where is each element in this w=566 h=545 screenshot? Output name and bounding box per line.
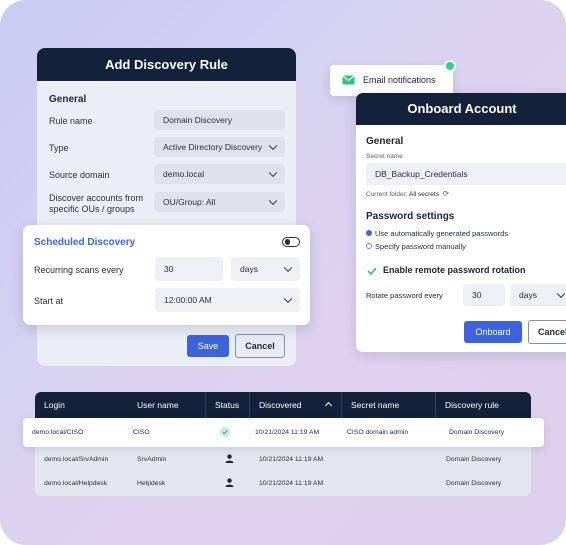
source-domain-label: Source domain [49,170,110,180]
column-divider [205,392,206,418]
rotate-unit-select[interactable]: days [510,284,566,306]
dialog-title: Add Discovery Rule [105,57,228,72]
email-notifications-label: Email notifications [363,75,436,85]
start-at-value: 12:00:00 AM [164,295,212,305]
check-icon[interactable] [367,267,377,275]
column-divider [249,392,250,418]
onboard-section-general: General [366,136,404,147]
cell-login: demo.local/Helpdesk [44,480,108,487]
column-header-login[interactable]: Login [44,392,65,418]
envelope-icon [342,75,355,85]
ous-select[interactable]: OU/Group: All [154,192,285,212]
user-icon [225,478,234,487]
recurring-unit-select[interactable]: days [231,257,300,281]
onboard-account-dialog: Onboard Account General Secret name DB_B… [356,93,566,352]
rotation-label: Enable remote password rotation [383,265,526,275]
recurring-value: 30 [164,264,174,274]
secret-name-label: Secret name [366,153,403,160]
scheduled-title: Scheduled Discovery [34,237,136,248]
rule-name-input[interactable]: Domain Discovery [154,110,285,130]
secret-name-input[interactable]: DB_Backup_Credentials [366,163,566,185]
cell-discovered: 10/21/2024 11:19 AM [259,480,324,487]
column-header-secret-name[interactable]: Secret name [351,392,399,418]
radio-manual-label: Specify password manually [375,241,466,251]
check-icon [220,427,230,437]
chevron-down-icon [268,196,278,206]
rotate-value: 30 [472,290,482,300]
column-divider [341,392,342,418]
chevron-down-icon [283,294,293,304]
table-row[interactable]: demo.local/CISO CISO 10/21/2024 11:19 AM… [23,418,544,447]
column-divider [435,392,436,418]
ous-label-line2: specific OUs / groups [49,204,135,214]
ous-label-line1: Discover accounts from [49,193,144,203]
type-select[interactable]: Active Directory Discovery [154,137,285,157]
cell-discovery-rule: Domain Discovery [446,456,502,463]
table-header: Login User name Status Discovered Secret… [35,392,531,418]
recurring-value-input[interactable]: 30 [155,257,223,281]
cell-user-name: CISO [133,429,150,436]
column-header-user-name[interactable]: User name [137,392,179,418]
sort-up-icon[interactable] [324,401,333,410]
cell-discovered: 10/21/2024 11:19 AM [259,456,324,463]
ous-value: OU/Group: All [163,197,216,207]
password-settings-title: Password settings [366,211,455,222]
column-header-discovered[interactable]: Discovered [259,392,302,418]
current-folder-prefix: Current folder: [366,191,408,198]
rule-name-value: Domain Discovery [163,115,232,125]
radio-auto-label: Use automatically generated passwords [375,228,508,238]
chevron-down-icon [268,141,278,151]
cell-secret-name: CISO domain admin [347,429,409,436]
rule-name-label: Rule name [49,116,93,126]
section-general: General [49,94,87,105]
start-at-select[interactable]: 12:00:00 AM [155,288,300,312]
source-domain-select[interactable]: demo.local [154,164,285,184]
recurring-unit: days [240,264,258,274]
type-label: Type [49,143,69,153]
column-header-status[interactable]: Status [215,392,239,418]
rotate-label: Rotate password every [366,291,443,300]
cell-login: demo.local/CISO [32,429,84,436]
onboard-button[interactable]: Onboard [464,321,522,343]
save-button[interactable]: Save [187,335,229,357]
notification-dot [444,60,456,72]
current-folder-value: All secrets [409,191,439,198]
type-value: Active Directory Discovery [163,142,263,152]
cell-user-name: Helpdesk [137,480,166,487]
radio-auto[interactable] [366,230,372,236]
onboard-title: Onboard Account [407,101,517,116]
chevron-down-icon [268,168,278,178]
schedule-toggle[interactable] [282,237,300,247]
cell-login: demo.local/SrvAdmin [44,456,109,463]
table-row[interactable]: demo.local/Helpdesk Helpdesk 10/21/2024 … [35,471,531,495]
onboard-cancel-label: Cancel [538,327,566,337]
source-domain-value: demo.local [163,169,205,179]
rotate-value-input[interactable]: 30 [463,284,505,306]
radio-manual[interactable] [366,243,372,249]
scheduled-discovery-panel: Scheduled Discovery Recurring scans ever… [23,225,310,325]
current-folder: Current folder: All secrets ⟳ [366,189,449,198]
cell-discovered: 10/21/2024 11:19 AM [255,429,320,436]
background-canvas: Add Discovery Rule General Rule name Dom… [0,0,566,545]
cell-user-name: SrvAdmin [137,456,167,463]
onboard-cancel-button[interactable]: Cancel [528,320,566,344]
refresh-icon[interactable]: ⟳ [443,189,449,198]
table-row[interactable]: demo.local/SrvAdmin SrvAdmin 10/21/2024 … [35,447,531,471]
cell-discovery-rule: Domain Discovery [446,480,502,487]
dialog-header: Add Discovery Rule [37,48,296,81]
column-header-discovery-rule[interactable]: Discovery rule [445,392,499,418]
rotate-unit: days [519,290,537,300]
onboard-header: Onboard Account [356,93,566,125]
chevron-down-icon [283,263,293,273]
start-at-label: Start at [34,296,64,306]
chevron-down-icon [556,289,566,299]
user-icon [225,454,234,463]
secret-name-value: DB_Backup_Credentials [375,169,468,179]
toggle-knob [284,239,290,245]
cell-discovery-rule: Domain Discovery [449,429,505,436]
cancel-button[interactable]: Cancel [235,334,285,358]
recurring-label: Recurring scans every [34,265,124,275]
email-notifications-chip[interactable]: Email notifications [330,60,456,96]
